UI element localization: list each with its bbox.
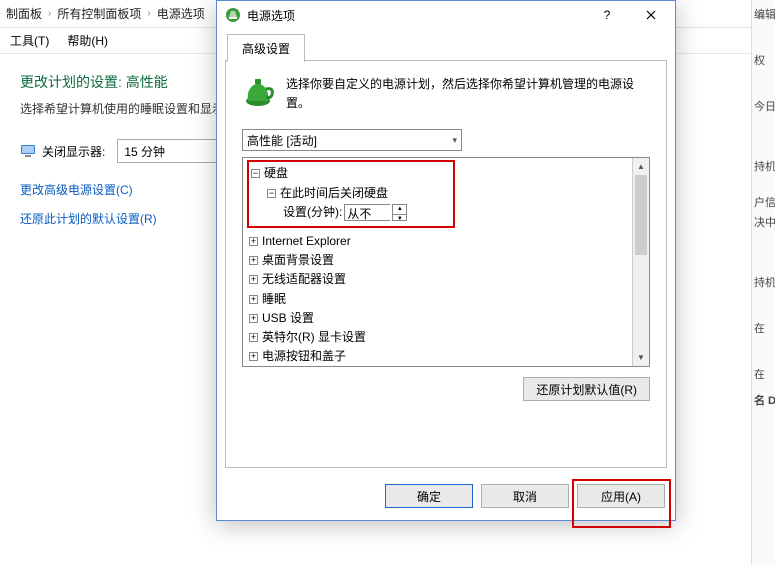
sidebar-text: 权 <box>752 50 775 70</box>
close-button[interactable] <box>629 1 673 29</box>
sidebar-text: 持机 <box>752 272 775 292</box>
collapse-icon[interactable]: − <box>267 189 276 198</box>
turn-off-display-label: 关闭显示器: <box>42 143 105 160</box>
power-plan-value: 高性能 [活动] <box>247 132 317 149</box>
tree-node-turn-off-hdd[interactable]: 在此时间后关闭硬盘 <box>280 184 388 203</box>
ok-button[interactable]: 确定 <box>385 484 473 508</box>
expand-icon[interactable]: + <box>249 295 258 304</box>
sidebar-text: 今日 <box>752 96 775 116</box>
chevron-right-icon: › <box>48 8 51 19</box>
tree-node-intel-graphics[interactable]: 英特尔(R) 显卡设置 <box>262 328 366 347</box>
tree-node-hard-disk[interactable]: 硬盘 <box>264 164 288 183</box>
menu-tools[interactable]: 工具(T) <box>10 32 49 49</box>
expand-icon[interactable]: + <box>249 256 258 265</box>
sidebar-text: 在 <box>752 364 775 384</box>
expand-icon[interactable]: + <box>249 237 258 246</box>
tree-node-ie[interactable]: Internet Explorer <box>262 232 351 251</box>
expand-icon[interactable]: + <box>249 275 258 284</box>
tab-advanced[interactable]: 高级设置 <box>227 34 305 62</box>
expand-icon[interactable]: + <box>249 352 258 361</box>
breadcrumb-part[interactable]: 制面板 <box>6 5 42 22</box>
setting-minutes-value: 从不 <box>347 207 371 221</box>
spin-down-icon[interactable]: ▼ <box>393 215 406 225</box>
cancel-button[interactable]: 取消 <box>481 484 569 508</box>
sidebar-text: 决中 <box>752 212 775 232</box>
tree-scrollbar[interactable]: ▲ ▼ <box>632 158 649 366</box>
sidebar-truncated: 编辑 权 今日 持机 户信 决中 持机 在 在 名 D <box>751 0 775 565</box>
title-bar: 电源选项 ? <box>217 1 675 29</box>
settings-tree[interactable]: −硬盘 −在此时间后关闭硬盘 设置(分钟): 从不 ▲▼ +Internet E… <box>243 158 632 366</box>
tree-node-sleep[interactable]: 睡眠 <box>262 290 286 309</box>
help-button[interactable]: ? <box>585 1 629 29</box>
sidebar-text: 名 D <box>752 390 775 410</box>
turn-off-display-dropdown[interactable]: 15 分钟 <box>117 139 217 163</box>
highlight-hard-disk: −硬盘 −在此时间后关闭硬盘 设置(分钟): 从不 ▲▼ <box>247 160 455 228</box>
monitor-icon <box>20 143 36 159</box>
turn-off-display-value: 15 分钟 <box>124 143 165 160</box>
apply-button[interactable]: 应用(A) <box>577 484 665 508</box>
scroll-down-icon[interactable]: ▼ <box>633 349 649 366</box>
dialog-title: 电源选项 <box>247 7 585 24</box>
chevron-right-icon: › <box>147 8 150 19</box>
tree-node-usb[interactable]: USB 设置 <box>262 309 314 328</box>
setting-minutes-input[interactable]: 从不 <box>344 204 390 221</box>
scroll-up-icon[interactable]: ▲ <box>633 158 649 175</box>
scroll-thumb[interactable] <box>635 175 647 255</box>
sidebar-text: 户信 <box>752 192 775 212</box>
tree-node-desktop-bg[interactable]: 桌面背景设置 <box>262 251 334 270</box>
menu-help[interactable]: 帮助(H) <box>67 32 108 49</box>
spin-up-icon[interactable]: ▲ <box>393 205 406 216</box>
power-options-dialog: 电源选项 ? 高级设置 选择你要自定义的电源计划，然后选择你希望计算机管理的电源… <box>216 0 676 521</box>
sidebar-text: 在 <box>752 318 775 338</box>
breadcrumb-part[interactable]: 电源选项 <box>157 5 205 22</box>
setting-minutes-label: 设置(分钟): <box>283 203 342 222</box>
restore-plan-defaults-button[interactable]: 还原计划默认值(R) <box>523 377 650 401</box>
spinner-control[interactable]: ▲▼ <box>392 204 407 221</box>
sidebar-text: 编辑 <box>752 4 775 24</box>
sidebar-text: 持机 <box>752 156 775 176</box>
collapse-icon[interactable]: − <box>251 169 260 178</box>
expand-icon[interactable]: + <box>249 314 258 323</box>
power-plan-icon <box>242 75 276 109</box>
tree-node-wireless[interactable]: 无线适配器设置 <box>262 270 346 289</box>
breadcrumb-part[interactable]: 所有控制面板项 <box>57 5 141 22</box>
tree-node-power-button[interactable]: 电源按钮和盖子 <box>262 347 346 366</box>
expand-icon[interactable]: + <box>249 333 258 342</box>
dialog-intro: 选择你要自定义的电源计划，然后选择你希望计算机管理的电源设置。 <box>286 75 650 113</box>
power-plan-dropdown[interactable]: 高性能 [活动] ▾ <box>242 129 462 151</box>
power-icon <box>225 7 241 23</box>
chevron-down-icon: ▾ <box>452 135 457 146</box>
